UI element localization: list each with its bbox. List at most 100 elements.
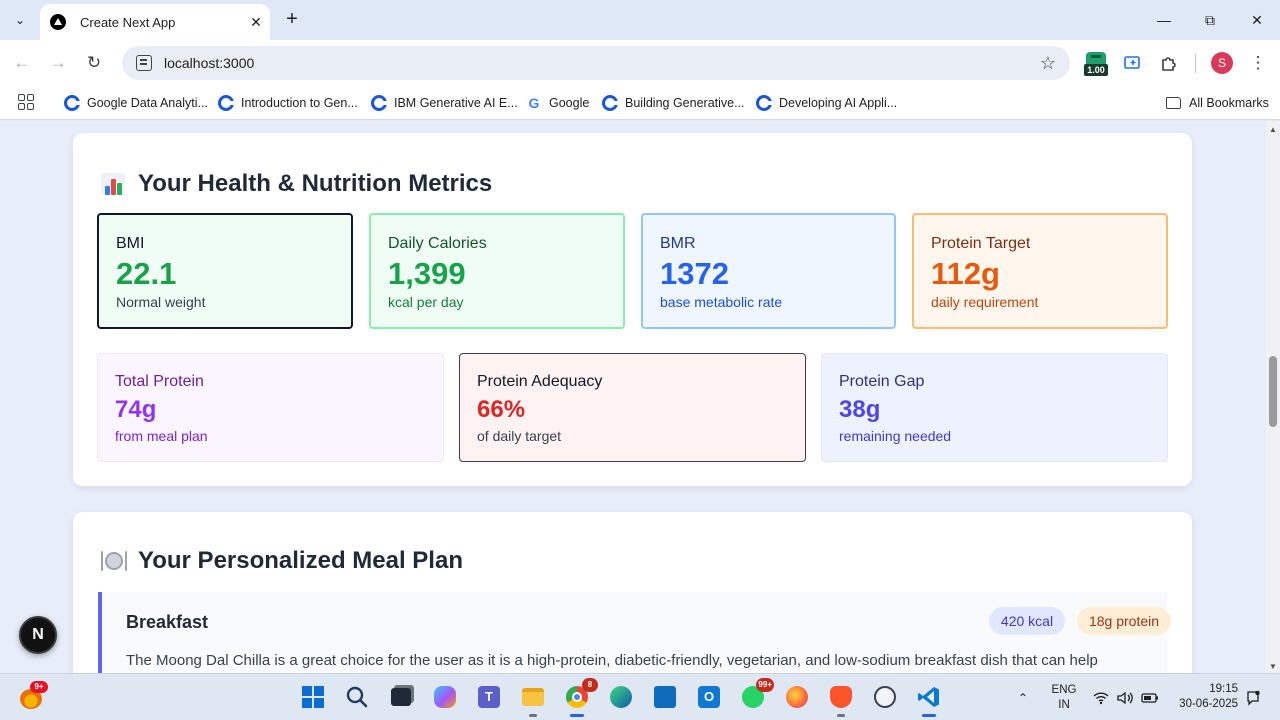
metric-label: Protein Adequacy xyxy=(477,373,603,390)
all-bookmarks-button[interactable]: All Bookmarks xyxy=(1166,93,1269,113)
google-icon: G xyxy=(528,95,540,111)
forward-arrow-icon[interactable]: → xyxy=(46,51,70,75)
all-bookmarks-label: All Bookmarks xyxy=(1189,96,1269,110)
metric-subtext: Normal weight xyxy=(116,294,206,310)
bookmark-label: Google xyxy=(549,96,590,110)
metric-value: 112g xyxy=(931,256,1000,291)
bookmark-google-data-analytics[interactable]: Google Data Analyti... xyxy=(64,93,208,113)
metric-label: BMI xyxy=(116,235,145,252)
coursera-icon xyxy=(218,95,234,111)
bookmark-introduction-to-gen[interactable]: Introduction to Gen... xyxy=(218,93,358,113)
weather-widget-icon[interactable]: 9+ xyxy=(20,681,48,709)
brave-icon[interactable] xyxy=(826,682,856,717)
cast-screen-icon[interactable] xyxy=(1121,51,1145,75)
extension-badge-text: 1.00 xyxy=(1084,64,1108,76)
site-info-icon[interactable] xyxy=(136,55,152,71)
reload-icon[interactable]: ↻ xyxy=(82,51,106,75)
language-indicator[interactable]: ENG IN xyxy=(1046,683,1082,713)
language-code: ENG xyxy=(1051,684,1077,696)
chrome-window-count: 8 xyxy=(582,678,598,692)
metrics-heading: Your Health & Nutrition Metrics xyxy=(100,169,492,199)
copilot-icon[interactable] xyxy=(430,682,460,712)
teams-icon[interactable]: T xyxy=(474,682,504,712)
plate-icon xyxy=(100,548,127,574)
clock-app-icon[interactable] xyxy=(870,682,900,712)
region-code: IN xyxy=(1058,699,1070,711)
protein-badge: 18g protein xyxy=(1077,607,1171,635)
tab-search-chevron-icon[interactable]: ⌄ xyxy=(8,8,32,32)
browser-menu-icon[interactable]: ⋮ xyxy=(1246,51,1270,75)
metrics-title: Your Health & Nutrition Metrics xyxy=(138,170,493,197)
wifi-icon[interactable] xyxy=(1093,674,1109,720)
page-scrollbar[interactable]: ▲ ▼ xyxy=(1266,121,1280,673)
metric-value: 74g xyxy=(115,396,157,423)
close-window-icon[interactable]: ✕ xyxy=(1234,6,1280,34)
metric-value: 1,399 xyxy=(388,256,466,291)
profile-avatar[interactable]: S xyxy=(1211,52,1233,74)
scroll-up-arrow-icon[interactable]: ▲ xyxy=(1269,125,1277,134)
minimize-window-icon[interactable]: — xyxy=(1141,6,1187,34)
restore-window-icon[interactable]: ⧉ xyxy=(1187,6,1233,34)
bookmark-label: Introduction to Gen... xyxy=(241,96,358,110)
clock-time: 19:15 xyxy=(1209,683,1238,695)
windows-taskbar: 9+ T 8 O 99+ ⌃ ENG IN 19:15 30-06-2025 xyxy=(0,673,1280,720)
nextjs-favicon-icon xyxy=(50,14,66,30)
meal-plan-heading: Your Personalized Meal Plan xyxy=(100,546,463,576)
chrome-icon[interactable]: 8 xyxy=(562,678,598,717)
file-explorer-icon[interactable] xyxy=(518,682,548,717)
total-protein-metric-card: Total Protein 74g from meal plan xyxy=(97,353,444,462)
url-text[interactable]: localhost:3000 xyxy=(164,55,1040,71)
browser-tab-active[interactable]: Create Next App ✕ xyxy=(40,4,270,40)
metric-subtext: base metabolic rate xyxy=(660,294,783,310)
bookmark-label: Building Generative... xyxy=(625,96,745,110)
firefox-icon[interactable] xyxy=(782,682,812,712)
vscode-icon[interactable] xyxy=(914,682,944,717)
bookmark-google[interactable]: G Google xyxy=(526,93,590,113)
microsoft-store-icon[interactable] xyxy=(650,682,680,712)
start-windows-icon[interactable] xyxy=(298,682,328,712)
volume-icon[interactable] xyxy=(1117,674,1133,720)
bar-chart-icon xyxy=(100,171,126,197)
metric-label: Protein Gap xyxy=(839,373,925,390)
whatsapp-icon[interactable]: 99+ xyxy=(738,678,774,712)
bookmark-star-icon[interactable]: ☆ xyxy=(1040,53,1056,74)
coursera-icon xyxy=(64,95,80,111)
whatsapp-unread-count: 99+ xyxy=(756,678,774,692)
metric-value: 38g xyxy=(839,396,881,423)
page-viewport: Your Health & Nutrition Metrics BMI 22.1… xyxy=(0,121,1280,673)
metric-value: 22.1 xyxy=(116,256,177,291)
extensions-puzzle-icon[interactable] xyxy=(1157,51,1181,75)
bookmark-developing-ai-appli[interactable]: Developing AI Appli... xyxy=(756,93,897,113)
new-tab-button[interactable]: + xyxy=(280,8,304,32)
battery-icon[interactable] xyxy=(1141,674,1159,720)
scroll-down-arrow-icon[interactable]: ▼ xyxy=(1269,662,1277,671)
browser-toolbar: ← → ↻ localhost:3000 ☆ 1.00 S ⋮ xyxy=(0,40,1280,86)
meal-plan-title: Your Personalized Meal Plan xyxy=(138,547,463,574)
metric-label: Protein Target xyxy=(931,235,1031,252)
bookmark-ibm-generative-ai[interactable]: IBM Generative AI E... xyxy=(371,93,518,113)
metric-subtext: from meal plan xyxy=(115,428,208,444)
bmr-metric-card: BMR 1372 base metabolic rate xyxy=(641,213,896,329)
edge-icon[interactable] xyxy=(606,682,636,712)
coursera-icon xyxy=(756,95,772,111)
browser-tab-strip: ⌄ Create Next App ✕ + — ⧉ ✕ xyxy=(0,0,1280,40)
scrollbar-thumb[interactable] xyxy=(1269,356,1277,427)
task-view-icon[interactable] xyxy=(386,682,416,712)
coursera-icon xyxy=(371,95,387,111)
address-bar[interactable]: localhost:3000 ☆ xyxy=(122,46,1070,80)
daily-calories-metric-card: Daily Calories 1,399 kcal per day xyxy=(369,213,625,329)
apps-grid-icon[interactable] xyxy=(18,94,34,110)
meal-description: The Moong Dal Chilla is a great choice f… xyxy=(126,652,1098,669)
bookmark-building-generative[interactable]: Building Generative... xyxy=(602,93,745,113)
tab-close-icon[interactable]: ✕ xyxy=(244,10,268,34)
show-hidden-icons-chevron-icon[interactable]: ⌃ xyxy=(1018,674,1028,720)
nextjs-dev-tools-button[interactable]: N xyxy=(19,616,57,654)
search-icon[interactable] xyxy=(342,682,372,712)
meal-name: Breakfast xyxy=(126,612,209,632)
bookmark-label: IBM Generative AI E... xyxy=(394,96,518,110)
notifications-icon[interactable] xyxy=(1245,674,1261,720)
extension-counter-icon[interactable]: 1.00 xyxy=(1084,52,1108,78)
outlook-icon[interactable]: O xyxy=(694,682,724,712)
back-arrow-icon[interactable]: ← xyxy=(10,51,34,75)
system-clock[interactable]: 19:15 30-06-2025 xyxy=(1170,682,1238,712)
